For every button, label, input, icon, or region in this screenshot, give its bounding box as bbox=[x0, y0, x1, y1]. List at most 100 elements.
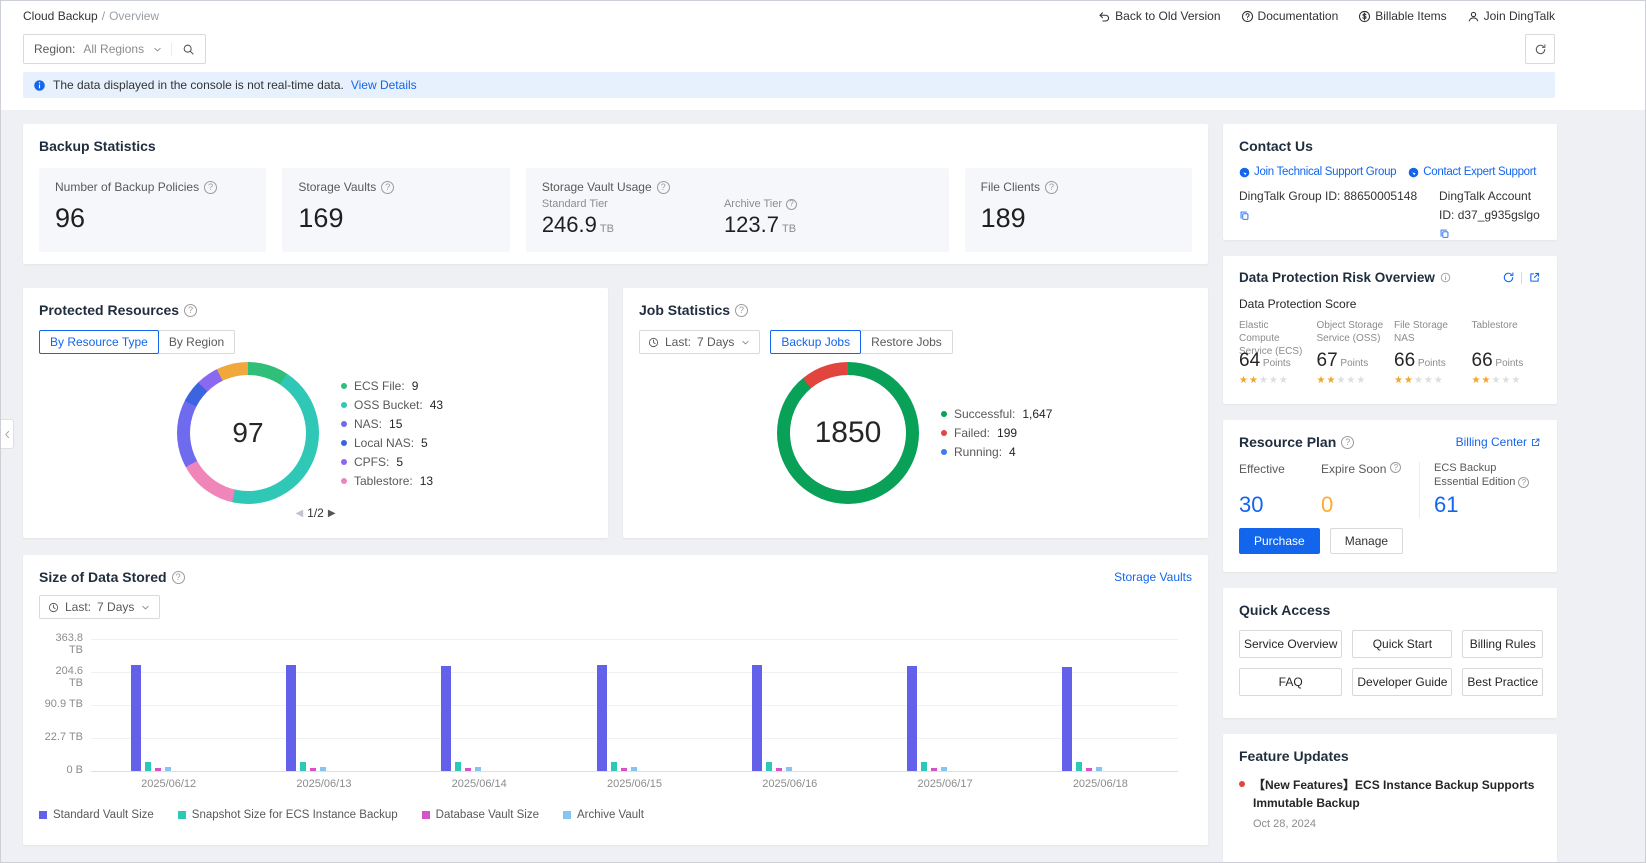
manage-button[interactable]: Manage bbox=[1330, 528, 1403, 554]
help-icon[interactable] bbox=[1045, 181, 1058, 194]
job-statistics-card: Job Statistics Last: 7 Days Backup Jobs … bbox=[623, 288, 1208, 538]
quick-access-card: Quick Access Service OverviewQuick Start… bbox=[1223, 588, 1557, 718]
sub-metric-value: 123.7TB bbox=[724, 212, 797, 238]
quick-access-button[interactable]: Best Practice bbox=[1462, 668, 1543, 696]
billing-center-link[interactable]: Billing Center bbox=[1456, 435, 1541, 449]
quick-access-grid: Service Overview Quick Start Billing Rules… bbox=[1239, 630, 1541, 696]
platform-name: Object Storage Service (OSS) bbox=[1317, 319, 1387, 346]
storage-bar-chart: 363.8 TB204.6 TB90.9 TB22.7 TB0 B2025/06… bbox=[39, 629, 1192, 801]
contact-expert-support-link[interactable]: Contact Expert Support bbox=[1408, 166, 1536, 178]
join-support-group-link[interactable]: Join Technical Support Group bbox=[1239, 166, 1396, 178]
breadcrumb-root[interactable]: Cloud Backup bbox=[23, 9, 98, 23]
bar bbox=[597, 665, 607, 771]
info-icon[interactable] bbox=[1440, 272, 1451, 283]
billable-items-link[interactable]: Billable Items bbox=[1358, 9, 1446, 23]
risk-platform-columns: Elastic Compute Service (ECS)64 Points★★… bbox=[1239, 319, 1541, 386]
tab-restore-jobs[interactable]: Restore Jobs bbox=[860, 330, 953, 354]
quick-access-button[interactable]: Quick Start bbox=[1352, 630, 1452, 658]
bar bbox=[165, 767, 171, 771]
tab-by-resource-type[interactable]: By Resource Type bbox=[39, 330, 159, 354]
star-filled-icon: ★★ bbox=[1472, 375, 1492, 386]
x-axis-label: 2025/06/12 bbox=[119, 778, 219, 790]
chart-legend: Standard Vault SizeSnapshot Size for ECS… bbox=[39, 809, 1192, 821]
pager-next-icon[interactable]: ▶ bbox=[328, 508, 336, 519]
quick-access-button[interactable]: Service Overview bbox=[1239, 630, 1342, 658]
legend-label: Database Vault Size bbox=[436, 809, 539, 821]
stat-value: 30 bbox=[1239, 492, 1309, 518]
help-icon[interactable] bbox=[735, 304, 748, 317]
resource-plan-title: Resource Plan bbox=[1239, 434, 1336, 450]
bar bbox=[931, 768, 937, 771]
panel-collapse-handle[interactable] bbox=[1, 419, 14, 449]
back-to-old-version-link[interactable]: Back to Old Version bbox=[1098, 9, 1220, 23]
grid-line bbox=[91, 639, 1178, 640]
chart-legend-item: Standard Vault Size bbox=[39, 809, 154, 821]
help-icon[interactable] bbox=[172, 571, 185, 584]
top-link-label: Back to Old Version bbox=[1115, 9, 1220, 23]
sub-metric-label: Standard Tier bbox=[542, 198, 608, 210]
platform-name: Elastic Compute Service (ECS) bbox=[1239, 319, 1309, 346]
help-icon[interactable] bbox=[786, 199, 797, 210]
size-of-data-controls: Last: 7 Days bbox=[39, 595, 1192, 619]
copy-icon[interactable] bbox=[1239, 210, 1250, 221]
time-range-select[interactable]: Last: 7 Days bbox=[39, 595, 160, 619]
help-icon[interactable] bbox=[1390, 462, 1401, 473]
stat-value: 61 bbox=[1434, 492, 1541, 518]
bar bbox=[786, 767, 792, 771]
essential-edition-stat: ECS Backup Essential Edition 61 bbox=[1419, 462, 1541, 518]
risk-platform-column: Tablestore66 Points★★★★★ bbox=[1472, 319, 1542, 386]
legend-value: 13 bbox=[420, 474, 433, 488]
quick-access-button[interactable]: FAQ bbox=[1239, 668, 1342, 696]
y-axis-label: 90.9 TB bbox=[39, 698, 83, 710]
info-icon bbox=[33, 79, 46, 92]
chart-legend-item: Database Vault Size bbox=[422, 809, 539, 821]
expire-soon-stat: Expire Soon 0 bbox=[1321, 462, 1419, 518]
bar bbox=[1076, 762, 1082, 771]
resource-legend: ECS File:9OSS Bucket:43NAS:15Local NAS:5… bbox=[341, 374, 443, 493]
platform-score: 67 Points bbox=[1317, 350, 1387, 372]
region-selector[interactable]: Region: All Regions bbox=[23, 34, 206, 64]
quick-access-button[interactable]: Billing Rules bbox=[1462, 630, 1543, 658]
quick-access-button[interactable]: Developer Guide bbox=[1352, 668, 1452, 696]
legend-dot-icon bbox=[941, 449, 947, 455]
purchase-button[interactable]: Purchase bbox=[1239, 528, 1320, 554]
question-circle-icon bbox=[1241, 10, 1254, 23]
x-axis-label: 2025/06/15 bbox=[585, 778, 685, 790]
tab-by-region[interactable]: By Region bbox=[158, 330, 235, 354]
feature-update-title[interactable]: 【New Features】ECS Instance Backup Suppor… bbox=[1253, 776, 1541, 812]
group-id-value: 88650005148 bbox=[1344, 189, 1417, 203]
time-range-select[interactable]: Last: 7 Days bbox=[639, 330, 760, 354]
job-total: 1850 bbox=[815, 416, 882, 450]
legend-dot-icon bbox=[941, 430, 947, 436]
view-details-link[interactable]: View Details bbox=[351, 78, 417, 92]
help-icon[interactable] bbox=[657, 181, 670, 194]
external-link-icon[interactable] bbox=[1528, 271, 1541, 284]
help-icon[interactable] bbox=[1341, 436, 1354, 449]
refresh-icon[interactable] bbox=[1502, 271, 1515, 284]
platform-score: 66 Points bbox=[1394, 350, 1464, 372]
storage-vaults-link[interactable]: Storage Vaults bbox=[1114, 570, 1192, 584]
feature-updates-list: 【New Features】ECS Instance Backup Suppor… bbox=[1239, 776, 1541, 830]
star-filled-icon: ★★ bbox=[1239, 375, 1259, 386]
help-icon[interactable] bbox=[184, 304, 197, 317]
banner-text: The data displayed in the console is not… bbox=[53, 78, 344, 92]
help-icon[interactable] bbox=[204, 181, 217, 194]
join-dingtalk-link[interactable]: Join DingTalk bbox=[1467, 9, 1555, 23]
legend-dot-icon bbox=[341, 478, 347, 484]
metric-file-clients: File Clients 189 bbox=[965, 168, 1192, 252]
bar bbox=[131, 665, 141, 771]
copy-icon[interactable] bbox=[1439, 228, 1450, 239]
help-icon[interactable] bbox=[381, 181, 394, 194]
documentation-link[interactable]: Documentation bbox=[1241, 9, 1339, 23]
feature-updates-card: Feature Updates 【New Features】ECS Instan… bbox=[1223, 734, 1557, 863]
pager-prev-icon[interactable]: ◀ bbox=[295, 508, 303, 519]
page-refresh-button[interactable] bbox=[1525, 34, 1555, 64]
bar bbox=[441, 666, 451, 772]
help-icon[interactable] bbox=[1518, 477, 1529, 488]
dollar-circle-icon bbox=[1358, 10, 1371, 23]
region-search-button[interactable] bbox=[171, 43, 195, 56]
tab-backup-jobs[interactable]: Backup Jobs bbox=[770, 330, 861, 354]
backup-statistics-card: Backup Statistics Number of Backup Polic… bbox=[23, 124, 1208, 264]
legend-dot-icon bbox=[341, 421, 347, 427]
legend-item: OSS Bucket:43 bbox=[341, 398, 443, 412]
